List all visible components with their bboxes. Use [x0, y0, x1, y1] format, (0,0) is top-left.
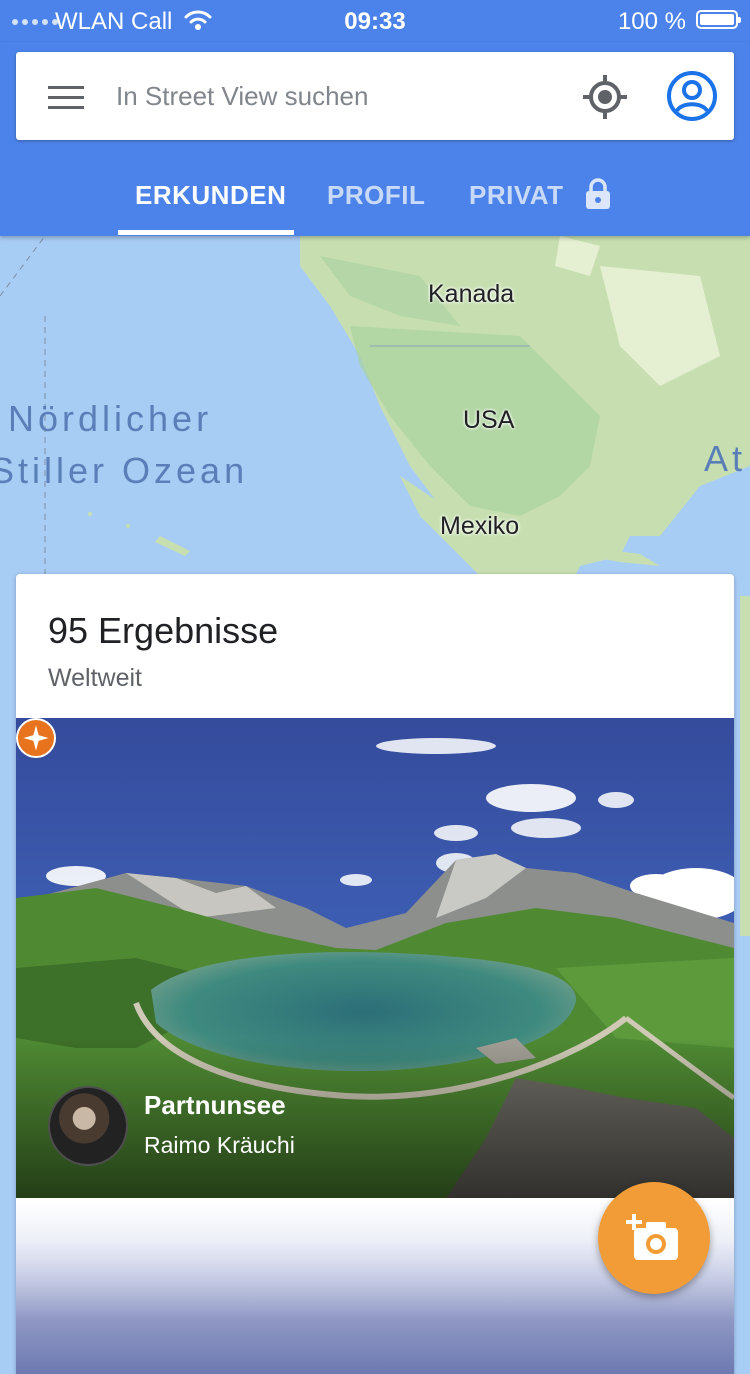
- add-photo-button[interactable]: [598, 1182, 710, 1294]
- photo-card[interactable]: Partnunsee Raimo Kräuchi: [16, 718, 734, 1198]
- map-label-mexico: Mexiko: [440, 512, 520, 540]
- photo-author[interactable]: Raimo Kräuchi: [144, 1132, 295, 1159]
- my-location-icon[interactable]: [582, 74, 628, 120]
- tab-bar: ERKUNDEN PROFIL PRIVAT: [0, 154, 750, 236]
- status-bar: WLAN Call 09:33 100 %: [0, 0, 750, 42]
- tab-private[interactable]: PRIVAT: [469, 180, 563, 211]
- results-count: 95 Ergebnisse: [48, 610, 279, 651]
- battery-icon: [696, 10, 741, 29]
- account-circle-icon[interactable]: [666, 70, 718, 122]
- menu-icon[interactable]: [48, 86, 84, 110]
- search-bar: [16, 52, 734, 140]
- tab-explore[interactable]: ERKUNDEN: [135, 180, 286, 211]
- map-label-ocean-line1: Nördlicher: [8, 398, 213, 439]
- photo-title: Partnunsee: [144, 1090, 286, 1120]
- tab-profile[interactable]: PROFIL: [327, 180, 425, 211]
- results-scope: Weltweit: [48, 664, 143, 692]
- search-input[interactable]: [116, 76, 556, 116]
- avatar[interactable]: [48, 1086, 128, 1166]
- map-label-usa: USA: [463, 406, 515, 434]
- map-label-ocean-line2: Stiller Ozean: [0, 450, 249, 491]
- map-label-atlantic: At: [704, 438, 747, 479]
- map-label-canada: Kanada: [428, 280, 515, 308]
- add-photo-camera-icon: [626, 1214, 678, 1260]
- app-header: ERKUNDEN PROFIL PRIVAT: [0, 42, 750, 236]
- local-guide-badge-icon: [16, 718, 56, 758]
- lock-icon: [586, 178, 610, 209]
- active-tab-indicator: [118, 230, 294, 235]
- battery-percentage: 100 %: [617, 8, 686, 35]
